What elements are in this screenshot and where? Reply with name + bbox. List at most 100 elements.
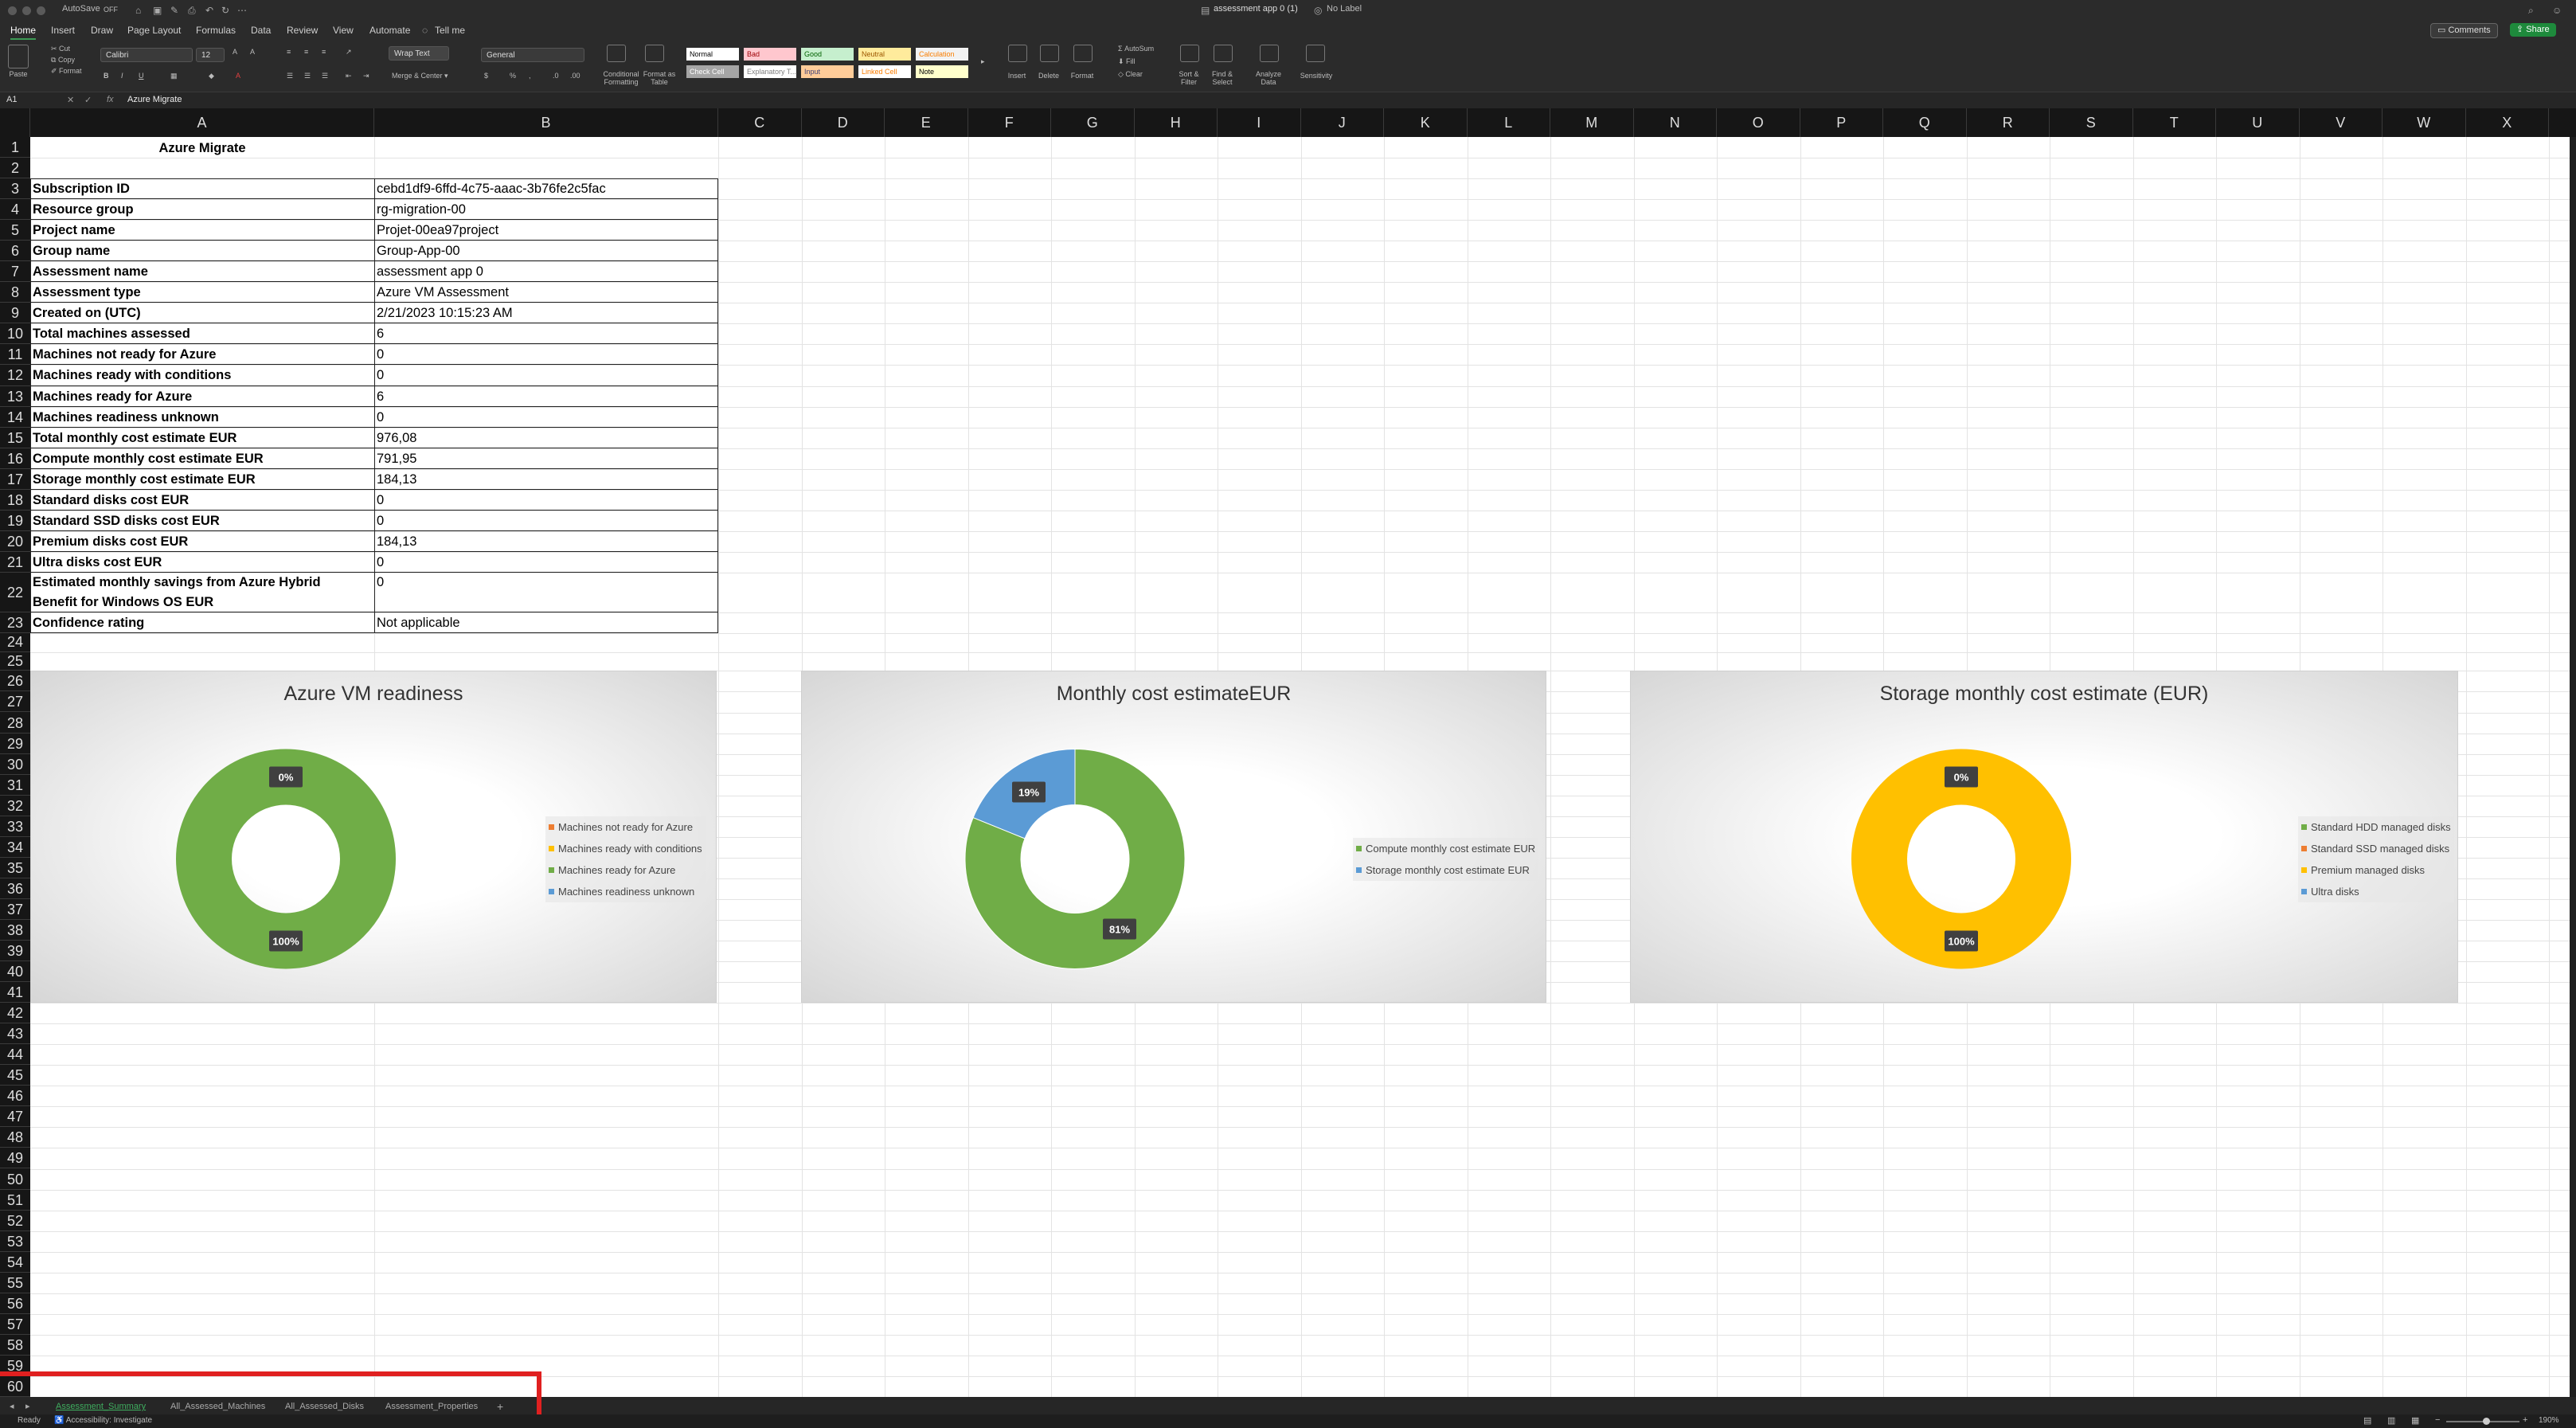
table-label[interactable]: Estimated monthly savings from Azure Hyb…	[33, 573, 372, 612]
column-header-U[interactable]: U	[2216, 108, 2300, 137]
zoom-out-button[interactable]: −	[2435, 1415, 2440, 1425]
table-value[interactable]: 976,08	[377, 428, 716, 448]
cancel-icon[interactable]: ✕	[67, 95, 74, 105]
legend-item[interactable]: Standard SSD managed disks	[2301, 838, 2451, 859]
paste-icon[interactable]	[8, 45, 29, 68]
font-size-select[interactable]: 12	[196, 48, 225, 62]
decrease-font-icon[interactable]: A	[250, 48, 255, 56]
zoom-in-button[interactable]: +	[2523, 1415, 2527, 1425]
table-label[interactable]: Total machines assessed	[33, 323, 372, 344]
row-header[interactable]: 26	[0, 671, 30, 692]
row-header[interactable]: 15	[0, 428, 30, 448]
row-header[interactable]: 39	[0, 941, 30, 962]
row-header[interactable]: 11	[0, 344, 30, 366]
align-left-icon[interactable]: ☰	[287, 72, 293, 80]
select-all-corner[interactable]	[0, 108, 30, 137]
row-header[interactable]: 23	[0, 612, 30, 634]
borders-icon[interactable]: ▦	[170, 72, 178, 80]
edit-icon[interactable]: ✎	[170, 5, 178, 16]
column-header-T[interactable]: T	[2133, 108, 2216, 137]
table-label[interactable]: Confidence rating	[33, 612, 372, 633]
row-header[interactable]: 3	[0, 178, 30, 200]
comments-button[interactable]: ▭ Comments	[2430, 23, 2498, 38]
row-header[interactable]: 1	[0, 137, 30, 158]
row-header[interactable]: 40	[0, 961, 30, 983]
table-value[interactable]: assessment app 0	[377, 261, 716, 282]
row-header[interactable]: 44	[0, 1044, 30, 1066]
tab-assessment-properties[interactable]: Assessment_Properties	[385, 1399, 478, 1414]
column-header-B[interactable]: B	[374, 108, 718, 137]
table-label[interactable]: Total monthly cost estimate EUR	[33, 428, 372, 448]
column-header-X[interactable]: X	[2466, 108, 2549, 137]
column-header-S[interactable]: S	[2050, 108, 2133, 137]
row-header[interactable]: 21	[0, 552, 30, 573]
increase-decimal-icon[interactable]: .0	[553, 72, 559, 80]
fill-button[interactable]: ⬇ Fill	[1118, 57, 1136, 66]
name-box[interactable]: A1	[6, 95, 17, 104]
cell-style-5[interactable]: Check Cell	[686, 65, 739, 78]
column-header-I[interactable]: I	[1218, 108, 1301, 137]
tab-draw[interactable]: Draw	[91, 25, 113, 36]
table-label[interactable]: Created on (UTC)	[33, 303, 372, 323]
row-header[interactable]: 49	[0, 1148, 30, 1169]
row-header[interactable]: 54	[0, 1252, 30, 1273]
donut-slice[interactable]	[176, 749, 396, 969]
column-header-E[interactable]: E	[885, 108, 968, 137]
row-header[interactable]: 50	[0, 1169, 30, 1190]
comma-icon[interactable]: ,	[529, 72, 531, 80]
cell-style-1[interactable]: Bad	[744, 48, 796, 61]
table-value[interactable]: rg-migration-00	[377, 199, 716, 220]
underline-button[interactable]: U	[139, 72, 144, 80]
tab-insert[interactable]: Insert	[51, 25, 75, 36]
row-header[interactable]: 55	[0, 1273, 30, 1293]
table-value[interactable]: 184,13	[377, 531, 716, 552]
format-as-table-icon[interactable]	[645, 45, 664, 62]
autosave-toggle[interactable]: OFF	[104, 6, 118, 14]
font-name-select[interactable]: Calibri	[100, 48, 193, 62]
percent-icon[interactable]: %	[510, 72, 516, 80]
italic-button[interactable]: I	[121, 72, 123, 80]
table-label[interactable]: Machines not ready for Azure	[33, 344, 372, 365]
tab-all-assessed-machines[interactable]: All_Assessed_Machines	[170, 1399, 265, 1414]
row-header[interactable]: 16	[0, 448, 30, 469]
sensitivity-icon[interactable]	[1306, 45, 1325, 62]
table-value[interactable]: 0	[377, 365, 716, 385]
column-header-W[interactable]: W	[2383, 108, 2466, 137]
row-header[interactable]: 45	[0, 1065, 30, 1086]
legend-item[interactable]: Machines not ready for Azure	[549, 816, 702, 838]
zoom-level[interactable]: 190%	[2539, 1416, 2559, 1425]
prev-sheet-icon[interactable]: ◂	[10, 1399, 14, 1414]
zoom-slider-thumb[interactable]	[2483, 1418, 2490, 1425]
row-header[interactable]: 38	[0, 920, 30, 941]
row-header[interactable]: 51	[0, 1190, 30, 1211]
row-header[interactable]: 33	[0, 816, 30, 837]
table-value[interactable]: Azure VM Assessment	[377, 282, 716, 303]
find-select-icon[interactable]	[1214, 45, 1233, 62]
row-header[interactable]: 41	[0, 982, 30, 1004]
column-header-F[interactable]: F	[968, 108, 1051, 137]
format-painter-button[interactable]: ✐ Format	[51, 67, 82, 76]
column-header-J[interactable]: J	[1301, 108, 1384, 137]
cell-style-3[interactable]: Neutral	[858, 48, 911, 61]
chart-1[interactable]: Monthly cost estimateEUR 19% 81% Compute mo…	[801, 671, 1546, 1004]
accessibility-status[interactable]: ♿ Accessibility: Investigate	[54, 1416, 152, 1425]
row-header[interactable]: 57	[0, 1314, 30, 1335]
table-label[interactable]: Standard disks cost EUR	[33, 490, 372, 511]
row-header[interactable]: 32	[0, 796, 30, 816]
tab-formulas[interactable]: Formulas	[196, 25, 236, 36]
column-header-K[interactable]: K	[1384, 108, 1468, 137]
row-header[interactable]: 28	[0, 713, 30, 734]
row-header[interactable]: 19	[0, 511, 30, 531]
copy-button[interactable]: ⧉ Copy	[51, 56, 75, 65]
cell-style-0[interactable]: Normal	[686, 48, 739, 61]
column-header-N[interactable]: N	[1634, 108, 1717, 137]
row-header[interactable]: 24	[0, 633, 30, 652]
column-header-D[interactable]: D	[802, 108, 885, 137]
row-header[interactable]: 36	[0, 878, 30, 899]
tab-data[interactable]: Data	[251, 25, 271, 36]
table-value[interactable]: 0	[377, 511, 716, 531]
row-header[interactable]: 22	[0, 573, 30, 613]
legend-item[interactable]: Machines ready for Azure	[549, 859, 702, 881]
wrap-text-button[interactable]: Wrap Text	[389, 46, 449, 61]
table-value[interactable]: Not applicable	[377, 612, 716, 633]
